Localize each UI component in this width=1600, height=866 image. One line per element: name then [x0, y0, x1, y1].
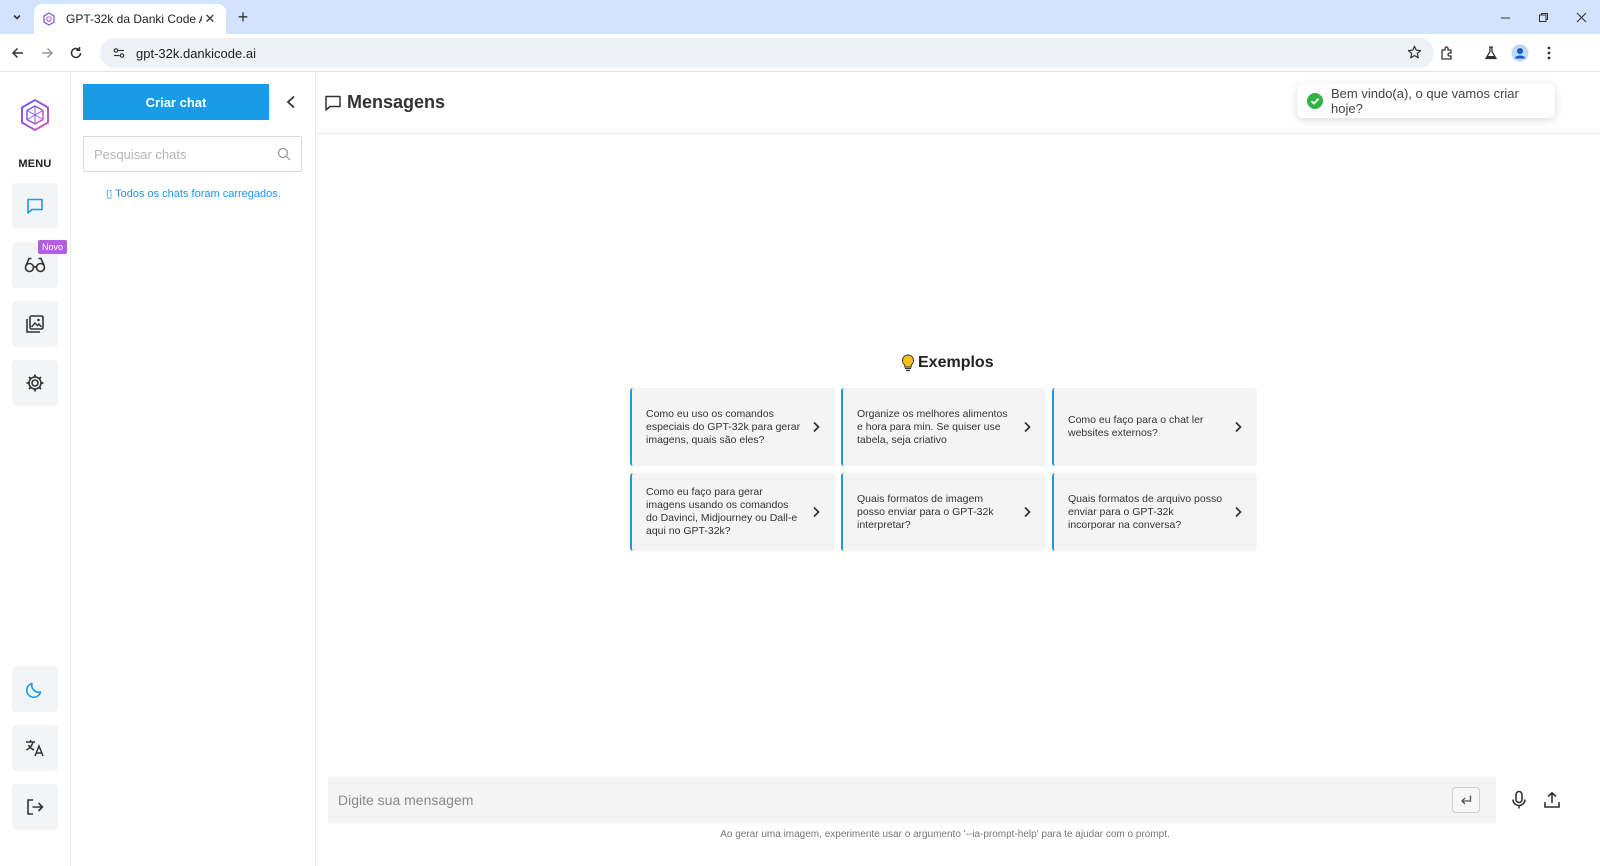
logo-icon[interactable]: [18, 98, 52, 132]
example-text: Organize os melhores alimentos e hora pa…: [857, 407, 1008, 446]
example-card[interactable]: Organize os melhores alimentos e hora pa…: [841, 388, 1046, 466]
page-title: Mensagens: [347, 92, 446, 112]
chat-list-panel: Criar chat ▯ Todos os chats foram carreg…: [71, 72, 316, 866]
icon-sidebar: MENU Novo: [0, 72, 71, 866]
search-chats-input[interactable]: [94, 146, 277, 162]
theme-toggle-button[interactable]: [12, 666, 58, 712]
message-composer: [328, 777, 1496, 823]
send-button[interactable]: [1452, 787, 1480, 813]
welcome-toast: Bem vindo(a), o que vamos criar hoje?: [1297, 84, 1555, 118]
upload-button[interactable]: [1541, 788, 1563, 812]
chevron-right-icon: [1024, 506, 1031, 518]
flask-icon: [1484, 46, 1498, 60]
create-chat-button[interactable]: Criar chat: [83, 84, 269, 120]
chevron-right-icon: [1235, 506, 1242, 518]
close-window-icon[interactable]: [1562, 0, 1600, 34]
avatar-icon: [1511, 44, 1529, 62]
example-card[interactable]: Como eu faço para gerar imagens usando o…: [630, 473, 835, 551]
image-gallery-icon: [26, 315, 44, 333]
prompt-hint: Ao gerar uma imagem, experimente usar o …: [720, 829, 1170, 840]
reload-icon: [70, 47, 82, 59]
chevron-down-icon: [13, 14, 21, 20]
language-button[interactable]: [12, 725, 58, 771]
chats-loaded-note: ▯ Todos os chats foram carregados.: [106, 188, 281, 200]
moon-icon: [25, 682, 42, 699]
puzzle-icon: [1441, 46, 1452, 60]
enter-icon: [1461, 795, 1472, 805]
example-card[interactable]: Quais formatos de imagem posso enviar pa…: [841, 473, 1046, 551]
microphone-button[interactable]: [1508, 788, 1530, 812]
nav-chat-button[interactable]: [12, 183, 58, 229]
chat-icon: [27, 198, 43, 214]
back-button[interactable]: [8, 43, 28, 63]
chevron-left-icon: [286, 95, 295, 109]
bookmark-star-icon[interactable]: [1407, 45, 1422, 60]
glasses-icon: [24, 257, 46, 273]
example-card[interactable]: Como eu uso os comandos especiais do GPT…: [630, 388, 835, 466]
chevron-right-icon: [813, 506, 820, 518]
example-text: Quais formatos de arquivo posso enviar p…: [1068, 492, 1223, 531]
forward-button[interactable]: [37, 43, 57, 63]
search-icon[interactable]: [277, 147, 291, 161]
new-badge: Novo: [38, 240, 68, 254]
examples-title: Exemplos: [918, 354, 994, 371]
check-circle-icon: [1307, 93, 1323, 109]
arrow-left-icon: [11, 47, 23, 59]
examples-heading: Exemplos: [900, 354, 994, 372]
example-text: Como eu uso os comandos especiais do GPT…: [646, 407, 801, 446]
upload-icon: [1544, 791, 1560, 808]
profile-button[interactable]: [1510, 43, 1530, 63]
menu-label: MENU: [18, 158, 52, 170]
chevron-right-icon: [1024, 421, 1031, 433]
new-tab-button[interactable]: +: [234, 7, 252, 27]
tab-title: GPT-32k da Danki Code AI: [66, 12, 202, 26]
gear-icon: [26, 374, 44, 392]
url-text: gpt-32k.dankicode.ai: [136, 45, 256, 61]
reload-button[interactable]: [66, 43, 86, 63]
example-text: Como eu faço para o chat ler websites ex…: [1068, 414, 1204, 439]
example-card[interactable]: Quais formatos de arquivo posso enviar p…: [1052, 473, 1257, 551]
lightbulb-icon: [901, 354, 915, 372]
logout-icon: [27, 799, 44, 815]
browser-tab[interactable]: GPT-32k da Danki Code AI ✕: [34, 4, 226, 34]
favicon-icon: [43, 12, 55, 26]
arrow-right-icon: [42, 47, 54, 59]
example-text: Quais formatos de imagem posso enviar pa…: [857, 492, 994, 531]
tab-search-button[interactable]: [6, 7, 28, 27]
labs-button[interactable]: [1481, 43, 1501, 63]
message-input[interactable]: [338, 792, 1452, 808]
browser-tab-strip: GPT-32k da Danki Code AI ✕ +: [0, 0, 1600, 34]
translate-icon: [26, 740, 44, 757]
microphone-icon: [1512, 790, 1526, 809]
window-controls: [1486, 0, 1600, 34]
chevron-right-icon: [813, 421, 820, 433]
nav-images-button[interactable]: [12, 301, 58, 347]
nav-settings-button[interactable]: [12, 360, 58, 406]
collapse-panel-button[interactable]: [281, 92, 301, 112]
site-settings-icon[interactable]: [112, 46, 126, 60]
browser-toolbar: gpt-32k.dankicode.ai: [0, 34, 1600, 72]
browser-menu-button[interactable]: [1539, 43, 1559, 63]
address-bar[interactable]: gpt-32k.dankicode.ai: [100, 38, 1434, 68]
restore-icon[interactable]: [1524, 0, 1562, 34]
chevron-right-icon: [1235, 421, 1242, 433]
logout-button[interactable]: [12, 784, 58, 830]
search-chats-box: [83, 136, 302, 172]
extensions-button[interactable]: [1437, 43, 1457, 63]
message-icon: [325, 95, 341, 111]
examples-grid: Como eu uso os comandos especiais do GPT…: [630, 388, 1260, 551]
example-card[interactable]: Como eu faço para o chat ler websites ex…: [1052, 388, 1257, 466]
toast-message: Bem vindo(a), o que vamos criar hoje?: [1331, 86, 1519, 116]
example-text: Como eu faço para gerar imagens usando o…: [646, 486, 798, 537]
close-tab-icon[interactable]: ✕: [202, 11, 218, 27]
minimize-icon[interactable]: [1486, 0, 1524, 34]
more-vertical-icon: [1547, 46, 1551, 60]
